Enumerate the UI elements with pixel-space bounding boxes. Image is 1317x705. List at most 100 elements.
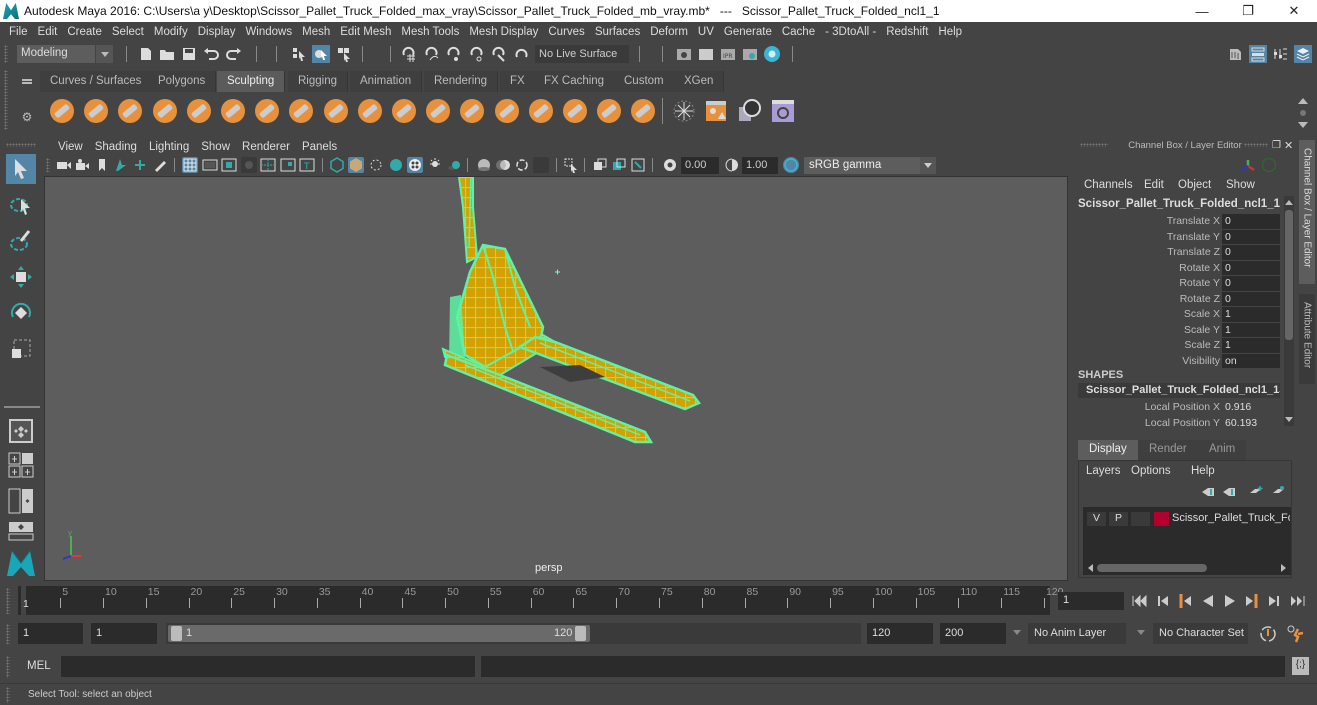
safe-title-icon[interactable]: T xyxy=(299,157,315,173)
range-end-handle[interactable] xyxy=(575,626,586,641)
freeze-brush-icon[interactable] xyxy=(631,99,656,123)
channel-value[interactable]: 0 xyxy=(1222,291,1280,306)
menu-help[interactable]: Help xyxy=(933,26,967,38)
layer-playback-toggle[interactable]: P xyxy=(1109,512,1128,526)
menu-mesh-tools[interactable]: Mesh Tools xyxy=(396,26,464,38)
menu-edit[interactable]: Edit xyxy=(33,26,63,38)
scale-tool-icon[interactable] xyxy=(6,334,36,364)
spray-brush-icon[interactable] xyxy=(289,99,314,123)
animation-preferences-icon[interactable] xyxy=(1286,624,1306,644)
snap-curve-icon[interactable] xyxy=(423,45,441,63)
channel-row-visibility[interactable]: Visibility on xyxy=(1074,353,1286,369)
isolate-select-icon[interactable] xyxy=(563,157,579,173)
channel-row-translate-z[interactable]: Translate Z0 xyxy=(1074,245,1286,260)
channel-row-scale-y[interactable]: Scale Y1 xyxy=(1074,322,1286,338)
xray-icon[interactable] xyxy=(592,157,608,173)
select-object-icon[interactable] xyxy=(312,45,330,63)
object-name[interactable]: Scissor_Pallet_Truck_Folded_ncl1_1 xyxy=(1078,198,1280,210)
flatten-brush-icon[interactable] xyxy=(221,99,245,123)
shelf-tab-animation[interactable]: Animation xyxy=(350,71,423,92)
menu-edit-mesh[interactable]: Edit Mesh xyxy=(335,26,396,38)
pallet-truck-model[interactable] xyxy=(45,177,1068,581)
use-all-lights-icon[interactable] xyxy=(427,157,443,173)
playback-end-field[interactable]: 120 xyxy=(867,623,933,644)
go-to-start-icon[interactable] xyxy=(1131,592,1149,610)
menu-file[interactable]: File xyxy=(4,26,33,38)
channel-box-toggle-icon[interactable] xyxy=(1294,45,1312,63)
shape-channel-row-local-position-x[interactable]: Local Position X 0.916 xyxy=(1074,400,1286,415)
channel-label[interactable]: Translate Z xyxy=(1167,246,1220,258)
play-backwards-icon[interactable] xyxy=(1199,592,1217,610)
bookmark-icon[interactable] xyxy=(94,157,110,173)
grid-icon[interactable] xyxy=(182,157,198,173)
xray-joints-icon[interactable] xyxy=(611,157,627,173)
command-language-label[interactable]: MEL xyxy=(27,660,51,672)
depth-of-field-icon[interactable] xyxy=(533,157,549,173)
layer-list-hscrollbar[interactable] xyxy=(1087,563,1287,573)
outliner-layout-icon[interactable] xyxy=(6,520,36,542)
rotate-tool-icon[interactable] xyxy=(6,298,36,328)
channel-value[interactable]: on xyxy=(1222,353,1280,368)
select-tool-icon[interactable] xyxy=(6,154,36,184)
channel-label[interactable]: Local Position X xyxy=(1145,401,1220,413)
wireframe-on-shaded-icon[interactable] xyxy=(388,157,404,173)
menu-display[interactable]: Display xyxy=(193,26,241,38)
manipulator-icon[interactable] xyxy=(1238,158,1258,174)
tab-anim[interactable]: Anim xyxy=(1198,440,1247,460)
channel-box-scrollbar[interactable] xyxy=(1284,196,1294,426)
repeat-brush-icon[interactable] xyxy=(323,99,348,123)
ipr-render-icon[interactable]: IPR xyxy=(719,45,737,63)
amplify-brush-icon[interactable] xyxy=(597,99,622,123)
single-pane-layout-icon[interactable] xyxy=(6,416,36,446)
channel-label[interactable]: Rotate X xyxy=(1179,262,1220,274)
channel-row-scale-x[interactable]: Scale X1 xyxy=(1074,307,1286,322)
two-pane-layout-icon[interactable] xyxy=(6,486,36,516)
channel-value[interactable]: 0 xyxy=(1222,214,1280,229)
shadows-icon[interactable] xyxy=(446,157,462,173)
channel-label[interactable]: Rotate Y xyxy=(1179,277,1220,289)
channel-label[interactable]: Local Position Y xyxy=(1145,417,1220,429)
new-scene-icon[interactable] xyxy=(137,45,155,63)
film-gate-icon[interactable] xyxy=(202,157,218,173)
range-slider-track[interactable] xyxy=(168,625,590,642)
move-layer-down-icon[interactable] xyxy=(1222,486,1236,498)
layer-color-swatch[interactable] xyxy=(1154,512,1169,526)
scrape-brush-icon[interactable] xyxy=(426,99,451,123)
snap-point-icon[interactable] xyxy=(445,45,463,63)
channel-value[interactable]: 1 xyxy=(1222,322,1280,337)
channel-value[interactable]: 0 xyxy=(1222,245,1280,260)
imprint-brush-icon[interactable] xyxy=(357,99,382,123)
command-input[interactable] xyxy=(61,656,475,677)
screen-space-ao-icon[interactable] xyxy=(476,157,492,173)
minimize-button[interactable]: — xyxy=(1179,0,1225,22)
four-pane-layout-icon[interactable] xyxy=(6,450,36,480)
channel-label[interactable]: Translate X xyxy=(1167,215,1220,227)
menu-select[interactable]: Select xyxy=(107,26,149,38)
step-forward-key-icon[interactable] xyxy=(1243,592,1261,610)
make-live-icon[interactable] xyxy=(513,45,531,63)
channel-row-rotate-x[interactable]: Rotate X0 xyxy=(1074,260,1286,276)
attribute-editor-toggle-icon[interactable] xyxy=(1249,45,1267,63)
maya-home-icon[interactable] xyxy=(6,548,36,578)
menu-uv[interactable]: UV xyxy=(693,26,719,38)
anti-aliasing-icon[interactable] xyxy=(514,157,530,173)
motion-blur-icon[interactable] xyxy=(495,157,511,173)
image-plane-icon[interactable] xyxy=(112,157,128,173)
menu-set-dropdown[interactable]: Modeling xyxy=(17,45,113,63)
maximize-button[interactable]: ❐ xyxy=(1225,0,1271,22)
uv-editor-icon[interactable] xyxy=(771,99,795,123)
range-start-handle[interactable] xyxy=(171,626,182,641)
pinch-brush-icon[interactable] xyxy=(186,99,211,123)
menu-cache[interactable]: Cache xyxy=(777,26,820,38)
shelf-tab-custom[interactable]: Custom xyxy=(614,71,675,92)
step-back-frame-icon[interactable] xyxy=(1154,592,1172,610)
current-frame-field[interactable]: 1 xyxy=(1058,592,1124,610)
paint-select-tool-icon[interactable] xyxy=(6,226,36,256)
render-view-icon[interactable] xyxy=(675,45,693,63)
play-forwards-icon[interactable] xyxy=(1221,592,1239,610)
wireframe-icon[interactable] xyxy=(329,157,345,173)
foamy-brush-icon[interactable] xyxy=(255,99,280,123)
layer-name[interactable]: Scissor_Pallet_Truck_Folded xyxy=(1172,512,1290,524)
viewport-persp[interactable]: y persp xyxy=(44,176,1068,581)
shelf-tab-polygons[interactable]: Polygons xyxy=(148,71,217,92)
